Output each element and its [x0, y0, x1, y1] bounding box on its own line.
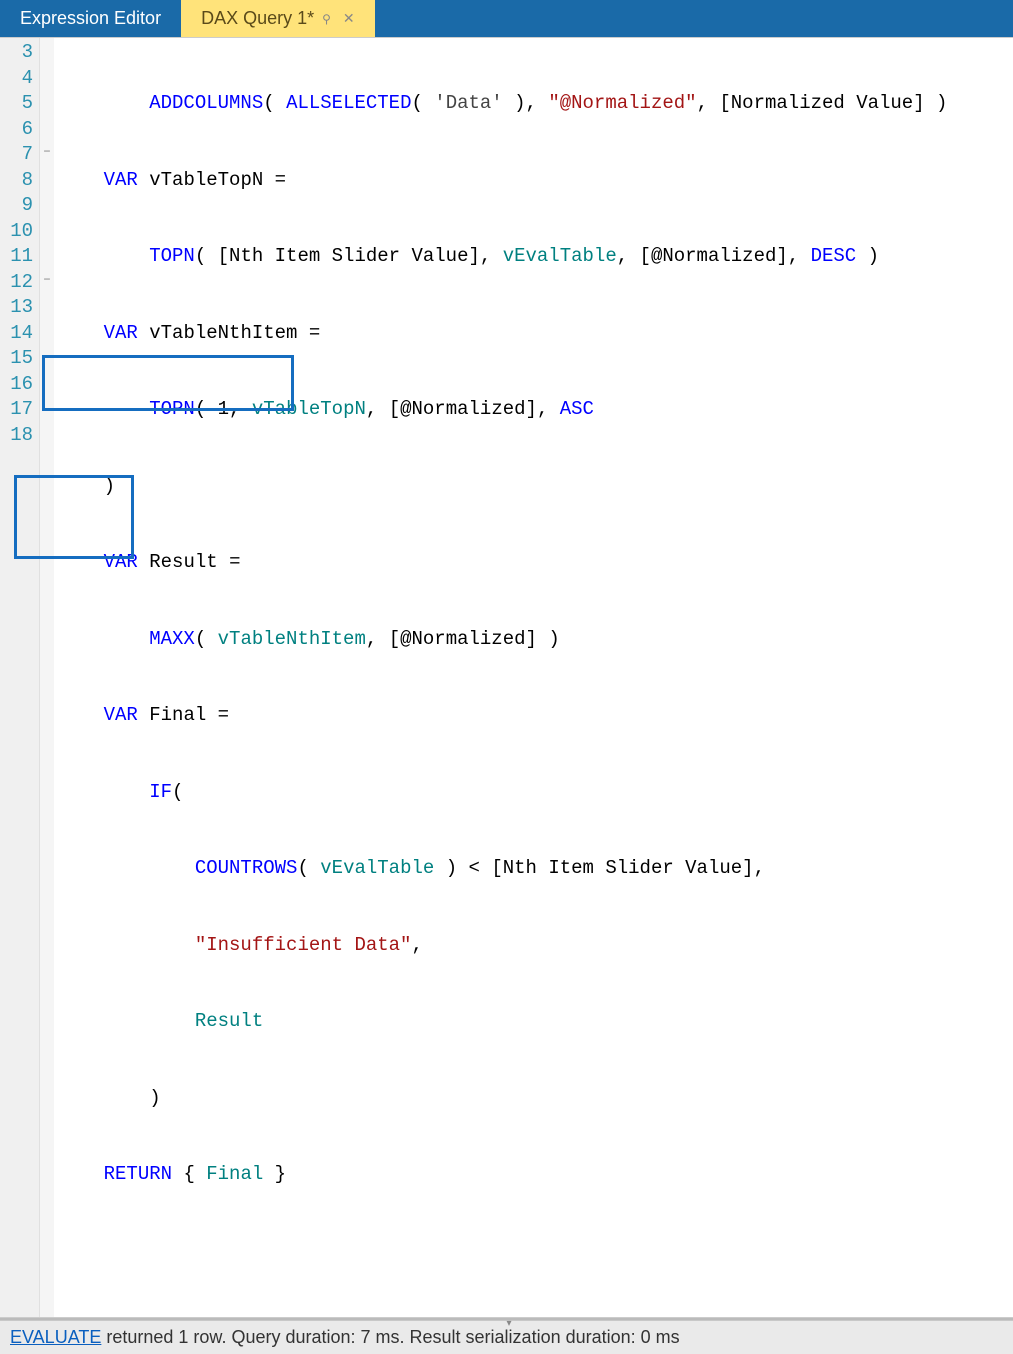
tab-label: DAX Query 1*: [201, 8, 314, 29]
tab-dax-query[interactable]: DAX Query 1* ⚲ ✕: [181, 0, 375, 37]
tab-label: Expression Editor: [20, 8, 161, 29]
status-text: returned 1 row. Query duration: 7 ms. Re…: [101, 1327, 679, 1347]
close-icon[interactable]: ✕: [343, 10, 355, 27]
fold-column: − −: [40, 38, 54, 1317]
fold-toggle-icon[interactable]: −: [40, 268, 54, 294]
tab-bar: Expression Editor DAX Query 1* ⚲ ✕: [0, 0, 1013, 37]
code-editor[interactable]: 3 4 5 6 7 8 9 10 11 12 13 14 15 16 17 18…: [0, 37, 1013, 1318]
fold-toggle-icon[interactable]: −: [40, 140, 54, 166]
status-evaluate-link[interactable]: EVALUATE: [10, 1327, 101, 1347]
code-content[interactable]: ADDCOLUMNS( ALLSELECTED( 'Data' ), "@Nor…: [54, 38, 1013, 1317]
line-gutter: 3 4 5 6 7 8 9 10 11 12 13 14 15 16 17 18: [0, 38, 40, 1317]
tab-expression-editor[interactable]: Expression Editor: [0, 0, 181, 37]
pin-icon[interactable]: ⚲: [322, 12, 331, 26]
pane-splitter[interactable]: [0, 1318, 1013, 1320]
